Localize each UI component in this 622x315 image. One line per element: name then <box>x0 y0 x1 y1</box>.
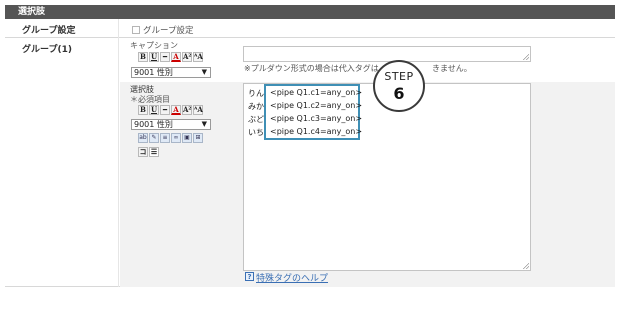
font-color-button[interactable]: A <box>171 105 181 115</box>
list-format-icon[interactable]: ☰ <box>149 147 159 157</box>
dropdown-arrow-icon: ▼ <box>201 120 207 128</box>
bold-button[interactable]: B <box>138 52 148 62</box>
group-setting-label: グループ設定 <box>22 26 76 36</box>
row-divider <box>5 37 615 38</box>
caption-format-select-value: 9001 性別 <box>134 68 173 77</box>
choice-prefix: みか <box>248 102 264 111</box>
list-icon[interactable]: ≡ <box>160 133 170 143</box>
group-setting-checkbox-label[interactable]: グループ設定 <box>143 24 194 36</box>
strike-button[interactable]: ━ <box>160 105 170 115</box>
caption-label: キャプション <box>130 41 178 50</box>
group1-label: グループ(1) <box>22 45 72 55</box>
pipe-tag-highlight: <pipe Q1.c1=any_on> <pipe Q1.c2=any_on> … <box>264 84 363 140</box>
underline-button[interactable]: U <box>149 105 159 115</box>
pulldown-note: ※プルダウン形式の場合は代入タグは <box>244 64 379 73</box>
step-badge-label: STEP <box>384 70 414 83</box>
pipe-tag: <pipe Q1.c4=any_on> <box>270 127 363 136</box>
step-badge: STEP 6 <box>373 60 425 112</box>
image-icon[interactable]: ▣ <box>182 133 192 143</box>
choice-prefix: ぶど <box>248 115 264 124</box>
pipe-tag: <pipe Q1.c1=any_on> <box>270 88 363 97</box>
paint-icon[interactable]: ✎ <box>149 133 159 143</box>
bold-button[interactable]: B <box>138 105 148 115</box>
choices-toolbar: B U ━ A A² ᴬA <box>138 105 203 115</box>
caption-textarea[interactable] <box>243 46 531 62</box>
caption-toolbar: B U ━ A A² ᴬA <box>138 52 203 62</box>
choices-extra-toolbar: ab ✎ ≡ ∞ ▣ ⊞ <box>138 133 203 143</box>
required-label: ＊必須項目 <box>130 95 170 104</box>
caption-format-select[interactable]: 9001 性別 ▼ <box>131 67 211 78</box>
font-color-button[interactable]: A <box>171 52 181 62</box>
ko-button[interactable]: コ <box>138 147 148 157</box>
pulldown-note-tail: きません。 <box>432 64 472 73</box>
resize-grip-icon[interactable] <box>523 54 529 60</box>
resize-grip-icon[interactable] <box>523 263 529 269</box>
special-tag-help-link[interactable]: 特殊タグのヘルプ <box>256 271 328 284</box>
pipe-tag: <pipe Q1.c2=any_on> <box>270 101 363 110</box>
underline-button[interactable]: U <box>149 52 159 62</box>
choices-format-select-value: 9001 性別 <box>134 120 173 129</box>
table-icon[interactable]: ⊞ <box>193 133 203 143</box>
choices-format-select[interactable]: 9001 性別 ▼ <box>131 119 211 130</box>
ab-icon[interactable]: ab <box>138 133 148 143</box>
dropdown-arrow-icon: ▼ <box>201 68 207 76</box>
choices-extra-toolbar-2: コ ☰ <box>138 147 159 157</box>
group-setting-checkbox[interactable] <box>132 26 140 34</box>
section-header-title: 選択肢 <box>18 7 46 17</box>
column-divider <box>118 19 119 287</box>
choice-prefix: いち <box>248 128 264 137</box>
link-icon[interactable]: ∞ <box>171 133 181 143</box>
help-icon[interactable]: ? <box>245 272 254 281</box>
section-header: 選択肢 <box>5 5 615 19</box>
font-size-button[interactable]: ᴬA <box>193 52 203 62</box>
superscript-button[interactable]: A² <box>182 52 192 62</box>
strike-button[interactable]: ━ <box>160 52 170 62</box>
font-size-button[interactable]: ᴬA <box>193 105 203 115</box>
superscript-button[interactable]: A² <box>182 105 192 115</box>
choice-prefix: りん <box>248 89 264 98</box>
step-badge-number: 6 <box>393 84 405 103</box>
pipe-tag: <pipe Q1.c3=any_on> <box>270 114 363 123</box>
